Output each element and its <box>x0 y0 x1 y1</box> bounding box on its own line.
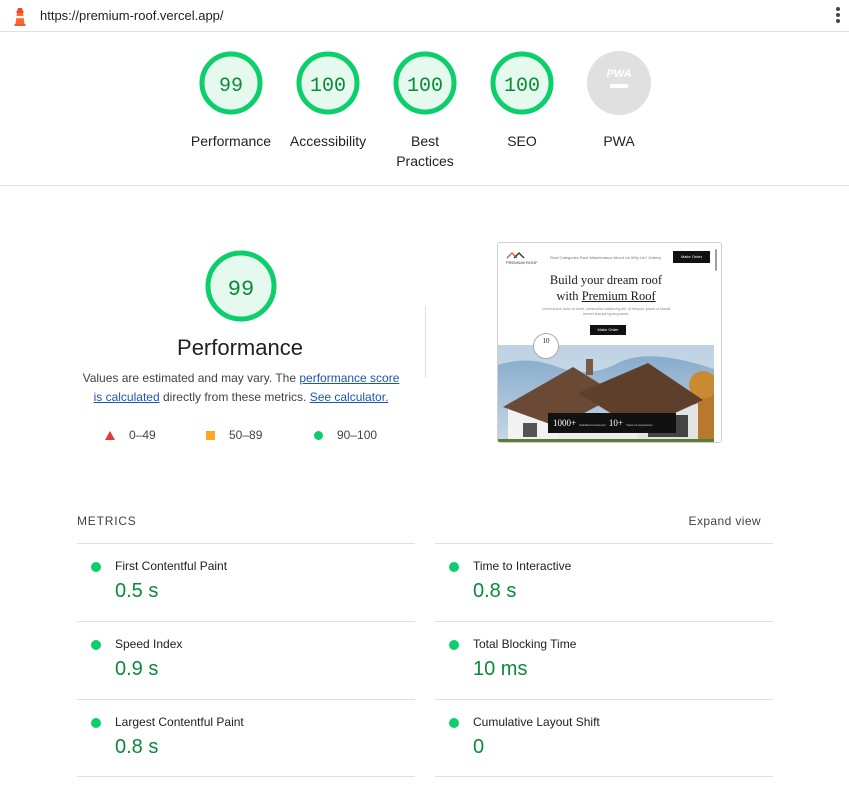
metric-name: First Contentful Paint <box>115 559 228 573</box>
final-screenshot-thumbnail[interactable]: PREMIUM ROOF Roof Categories Roof Mainte… <box>497 242 722 443</box>
pass-circle-icon <box>449 562 459 572</box>
stat-value: 1000+ <box>553 418 577 428</box>
see-calculator-link[interactable]: See calculator. <box>310 390 389 404</box>
gauge-label: Best Practices <box>375 131 475 171</box>
stat-label: Years of experience <box>626 423 653 427</box>
thumbnail-nav-links: Roof Categories Roof Maintenance About U… <box>550 255 661 260</box>
score-ring: 100 <box>296 51 360 115</box>
pwa-badge-text: PWA <box>606 68 631 80</box>
performance-score: 99 <box>228 277 254 302</box>
metric-value: 0 <box>473 736 485 758</box>
metric-total-blocking-time: Total Blocking Time 10 ms <box>435 621 773 699</box>
legend-pass: 90–100 <box>314 428 377 442</box>
metric-first-contentful-paint: First Contentful Paint 0.5 s <box>77 543 415 621</box>
gauge-accessibility[interactable]: 100 Accessibility <box>278 50 378 151</box>
gauge-label-line1: Best <box>410 133 439 149</box>
pass-circle-icon <box>449 718 459 728</box>
metric-cumulative-layout-shift: Cumulative Layout Shift 0 <box>435 699 773 777</box>
metrics-bottom-divider <box>77 776 415 777</box>
thumbnail-stats-bar: 1000+ Satisfied Customers 10+ Years of expe… <box>548 413 676 433</box>
circle-icon <box>314 430 323 440</box>
score-ring: 100 <box>490 51 554 115</box>
metric-value: 0.8 s <box>473 580 517 602</box>
performance-description: Values are estimated and may vary. The p… <box>78 369 404 407</box>
heading-prefix: with <box>556 289 582 303</box>
score-ring: 99 <box>199 51 263 115</box>
roof-logo-icon <box>506 252 525 259</box>
thumbnail-logo: PREMIUM ROOF <box>506 251 538 265</box>
heading-emphasis: Premium Roof <box>581 289 656 303</box>
legend-range: 0–49 <box>129 428 156 442</box>
legend-fail: 0–49 <box>105 428 156 442</box>
gauge-label: Accessibility <box>289 133 367 149</box>
thumbnail-badge: 10 <box>533 333 559 359</box>
gauge-best-practices[interactable]: 100 Best Practices <box>375 50 475 171</box>
performance-score-gauge: 99 <box>205 250 277 322</box>
lighthouse-icon <box>14 8 26 26</box>
pass-circle-icon <box>91 640 101 650</box>
metric-name: Speed Index <box>115 637 183 651</box>
thumbnail-heading-2: with Premium Roof <box>498 289 714 304</box>
metric-name: Time to Interactive <box>473 559 572 573</box>
stat-label: Satisfied Customers <box>579 423 606 427</box>
metric-name: Cumulative Layout Shift <box>473 715 600 729</box>
pwa-badge-icon: PWA <box>587 51 651 115</box>
stat-value: 10+ <box>608 418 623 428</box>
gauge-performance[interactable]: 99 Performance <box>181 50 281 151</box>
metric-speed-index: Speed Index 0.9 s <box>77 621 415 699</box>
desc-text: Values are estimated and may vary. The <box>82 371 300 385</box>
legend-range: 90–100 <box>337 428 378 442</box>
report-topbar: https://premium-roof.vercel.app/ <box>0 0 849 32</box>
thumbnail-cta-button: Make Order <box>590 325 626 335</box>
legend-average: 50–89 <box>206 428 262 442</box>
gauge-score: 100 <box>504 75 540 98</box>
gauge-label: Performance <box>190 133 272 149</box>
thumbnail-brand: PREMIUM ROOF <box>506 260 538 265</box>
metric-name: Total Blocking Time <box>473 637 577 651</box>
thumbnail-order-button: Make Order <box>673 251 710 263</box>
metrics-bottom-divider <box>435 776 773 777</box>
metric-name: Largest Contentful Paint <box>115 715 244 729</box>
performance-title: Performance <box>177 335 303 360</box>
gauge-score: 100 <box>310 75 346 98</box>
legend-range: 50–89 <box>229 428 263 442</box>
more-vert-icon[interactable] <box>831 6 845 26</box>
metric-value: 0.8 s <box>115 736 159 758</box>
gauge-seo[interactable]: 100 SEO <box>472 50 572 151</box>
section-divider <box>425 306 426 378</box>
square-icon <box>206 430 215 440</box>
triangle-icon <box>105 430 115 440</box>
pass-circle-icon <box>91 718 101 728</box>
score-ring: 100 <box>393 51 457 115</box>
category-gauges: 99 Performance 100 Accessibility 100 Bes… <box>0 32 849 186</box>
metric-time-to-interactive: Time to Interactive 0.8 s <box>435 543 773 621</box>
metric-value: 0.9 s <box>115 658 159 680</box>
thumbnail-heading-1: Build your dream roof <box>549 273 663 287</box>
metric-largest-contentful-paint: Largest Contentful Paint 0.8 s <box>77 699 415 777</box>
metrics-heading: METRICS <box>77 514 137 528</box>
thumbnail-subtext: Lorem ipsum dolor sit amet, consectetur … <box>541 307 671 316</box>
metric-value: 10 ms <box>473 658 528 680</box>
pass-circle-icon <box>449 640 459 650</box>
gauge-label: SEO <box>507 133 537 149</box>
gauge-score: 99 <box>219 75 243 98</box>
thumbnail-nav: PREMIUM ROOF Roof Categories Roof Mainte… <box>506 251 716 265</box>
desc-text: directly from these metrics. <box>159 390 310 404</box>
gauge-pwa[interactable]: PWA PWA <box>569 50 669 151</box>
expand-view-toggle[interactable]: Expand view <box>689 514 761 528</box>
page-url: https://premium-roof.vercel.app/ <box>40 8 224 23</box>
gauge-label-line2: Practices <box>396 153 454 169</box>
gauge-label: PWA <box>603 133 635 149</box>
gauge-score: 100 <box>407 75 443 98</box>
metric-value: 0.5 s <box>115 580 159 602</box>
pass-circle-icon <box>91 562 101 572</box>
